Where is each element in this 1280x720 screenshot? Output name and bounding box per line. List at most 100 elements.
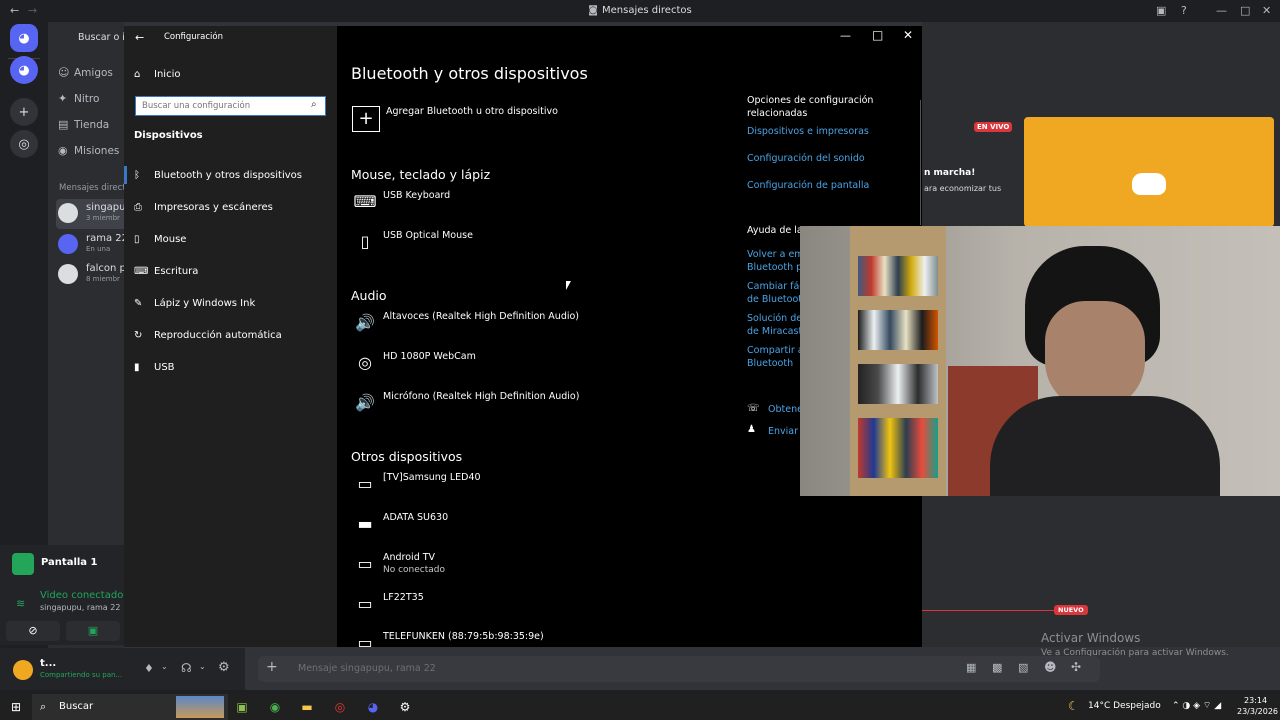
activate-windows-title: Activar Windows <box>1041 631 1141 645</box>
sticker-icon[interactable]: ▧ <box>1018 661 1028 674</box>
add-server-icon[interactable]: + <box>10 98 38 126</box>
nitro-icon: ✦ <box>58 92 68 105</box>
bluetooth-icon: ᛒ <box>134 170 140 181</box>
share-screen-button[interactable]: ▣ <box>66 621 120 641</box>
close-icon[interactable]: ✕ <box>903 28 913 42</box>
desktop: ← → ◙ Mensajes directos ▣ ? — □ ✕ ◕ ◕ + ◎… <box>0 0 1280 720</box>
sidebar-item-typing[interactable]: ⌨ Escritura <box>134 266 198 277</box>
sidebar-item-usb[interactable]: ▮ USB <box>134 362 175 373</box>
chevron-down-icon[interactable]: ⌄ <box>199 662 206 671</box>
list-item[interactable]: singapu 3 miembr <box>56 199 124 229</box>
task-manager-icon[interactable]: ▣ <box>232 698 252 716</box>
clock-time[interactable]: 23:14 <box>1244 696 1267 705</box>
gif-icon[interactable]: ▩ <box>992 661 1002 674</box>
help-link[interactable]: Cambiar fác <box>747 281 805 292</box>
list-item[interactable]: ▭ TELEFUNKEN (88:79:5b:98:35:9e) <box>351 631 711 647</box>
new-badge: NUEVO <box>1054 605 1088 615</box>
nav-friends[interactable]: ☺ Amigos <box>58 66 113 79</box>
list-item[interactable]: ◎ HD 1080P WebCam <box>351 351 711 385</box>
list-item[interactable]: ▯ USB Optical Mouse <box>351 230 711 264</box>
discover-icon[interactable]: ◎ <box>10 130 38 158</box>
nav-quests[interactable]: ◉ Misiones <box>58 144 119 157</box>
list-item[interactable]: ⌨ USB Keyboard <box>351 190 711 224</box>
discord-taskbar-icon[interactable]: ◕ <box>363 698 383 716</box>
chevron-down-icon[interactable]: ⌄ <box>161 662 168 671</box>
add-attachment-icon[interactable]: + <box>266 659 278 675</box>
sidebar-item-autoplay[interactable]: ↻ Reproducción automática <box>134 330 282 341</box>
file-explorer-icon[interactable]: ▬ <box>297 698 317 716</box>
minimize-icon[interactable]: — <box>840 29 851 42</box>
settings-taskbar-icon[interactable]: ⚙ <box>395 698 415 716</box>
user-status: Compartiendo su pan... <box>40 671 123 679</box>
get-help-link[interactable]: Obtene <box>768 404 803 415</box>
settings-sidebar: ← Configuración ⌂ Inicio Buscar una confi… <box>124 26 337 647</box>
list-item[interactable]: 🔊 Micrófono (Realtek High Definition Aud… <box>351 391 711 425</box>
maximize-icon[interactable]: □ <box>872 28 883 42</box>
monitor-icon: ▭ <box>357 594 373 613</box>
autoplay-icon: ↻ <box>134 330 143 341</box>
stream-tile[interactable] <box>1024 117 1274 227</box>
server-avatar[interactable]: ◕ <box>10 56 38 84</box>
weather-text[interactable]: 14°C Despejado <box>1088 701 1161 711</box>
mouse-icon: ▯ <box>134 234 140 245</box>
search-button[interactable]: Buscar o i <box>78 32 124 43</box>
close-icon[interactable]: ✕ <box>1262 4 1271 17</box>
nav-shop[interactable]: ▤ Tienda <box>58 118 109 131</box>
clock-date[interactable]: 23/3/2026 <box>1237 707 1278 716</box>
voice-channel: singapupu, rama 22 <box>40 603 121 612</box>
help-link[interactable]: de Miracast <box>747 326 802 337</box>
related-link[interactable]: Configuración de pantalla <box>747 180 869 191</box>
emoji-icon[interactable]: ☻ <box>1044 660 1057 674</box>
list-item[interactable]: ▭ [TV]Samsung LED40 <box>351 472 711 506</box>
add-device-button[interactable]: + <box>352 106 380 132</box>
discord-home-icon[interactable]: ◕ <box>10 24 38 52</box>
message-input[interactable]: Mensaje singapupu, rama 22 <box>298 663 436 674</box>
sidebar-item-bluetooth[interactable]: ᛒ Bluetooth y otros dispositivos <box>134 170 302 181</box>
user-name: t... <box>40 658 57 669</box>
apps-icon[interactable]: ✣ <box>1071 660 1081 674</box>
taskbar-search[interactable]: ⌕ Buscar <box>32 694 228 720</box>
message-composer[interactable]: + Mensaje singapupu, rama 22 ▦ ▩ ▧ ☻ ✣ <box>258 656 1100 682</box>
nav-nitro[interactable]: ✦ Nitro <box>58 92 99 105</box>
sidebar-item-printers[interactable]: ⎙ Impresoras y escáneres <box>134 202 273 213</box>
search-icon: ⌕ <box>311 99 317 110</box>
screen-label: Pantalla 1 <box>41 557 98 568</box>
sidebar-item-mouse[interactable]: ▯ Mouse <box>134 234 186 245</box>
tray-icons[interactable]: ⌃ ◑ ◈ ⌔ ◢ <box>1172 700 1221 711</box>
list-item[interactable]: rama 22 En una <box>56 230 124 260</box>
related-link[interactable]: Dispositivos e impresoras <box>747 126 869 137</box>
add-device-label[interactable]: Agregar Bluetooth u otro dispositivo <box>386 106 558 117</box>
gear-icon[interactable]: ⚙ <box>218 660 230 675</box>
windows-start-icon[interactable]: ⊞ <box>6 698 26 716</box>
help-link[interactable]: Bluetooth p <box>747 262 802 273</box>
scrollbar[interactable] <box>920 100 921 225</box>
help-link[interactable]: Volver a em <box>747 249 804 260</box>
avatar[interactable] <box>13 660 33 680</box>
plus-icon: + <box>358 108 374 129</box>
minimize-icon[interactable]: — <box>1216 4 1227 17</box>
camera-off-button[interactable]: ⊘ <box>6 621 60 641</box>
headphones-icon[interactable]: ☊ <box>181 661 192 675</box>
sidebar-item-pen[interactable]: ✎ Lápiz y Windows Ink <box>134 298 255 309</box>
help-link[interactable]: Solución de <box>747 313 802 324</box>
home-link[interactable]: ⌂ Inicio <box>134 69 180 80</box>
gift-icon[interactable]: ▦ <box>966 661 976 674</box>
list-item[interactable]: ▭ Android TV No conectado <box>351 552 711 586</box>
back-arrow-icon[interactable]: ← <box>135 31 144 44</box>
help-link[interactable]: de Bluetoot <box>747 294 802 305</box>
inbox-icon[interactable]: ▣ <box>1156 4 1166 17</box>
list-item[interactable]: ▬ ADATA SU630 <box>351 512 711 546</box>
display-device-icon: ▭ <box>357 633 373 647</box>
search-input[interactable]: Buscar una configuración ⌕ <box>135 96 326 116</box>
list-item[interactable]: falcon p 8 miembr <box>56 260 124 290</box>
maximize-icon[interactable]: □ <box>1240 4 1250 17</box>
help-link[interactable]: Compartir a <box>747 345 804 356</box>
obs-icon[interactable]: ◎ <box>330 698 350 716</box>
help-link[interactable]: Bluetooth <box>747 358 793 369</box>
chrome-icon[interactable]: ◉ <box>265 698 285 716</box>
list-item[interactable]: ▭ LF22T35 <box>351 592 711 626</box>
help-icon[interactable]: ? <box>1181 4 1187 17</box>
list-item[interactable]: 🔊 Altavoces (Realtek High Definition Aud… <box>351 311 711 345</box>
microphone-icon[interactable]: ♦ <box>144 662 154 675</box>
related-link[interactable]: Configuración del sonido <box>747 153 865 164</box>
